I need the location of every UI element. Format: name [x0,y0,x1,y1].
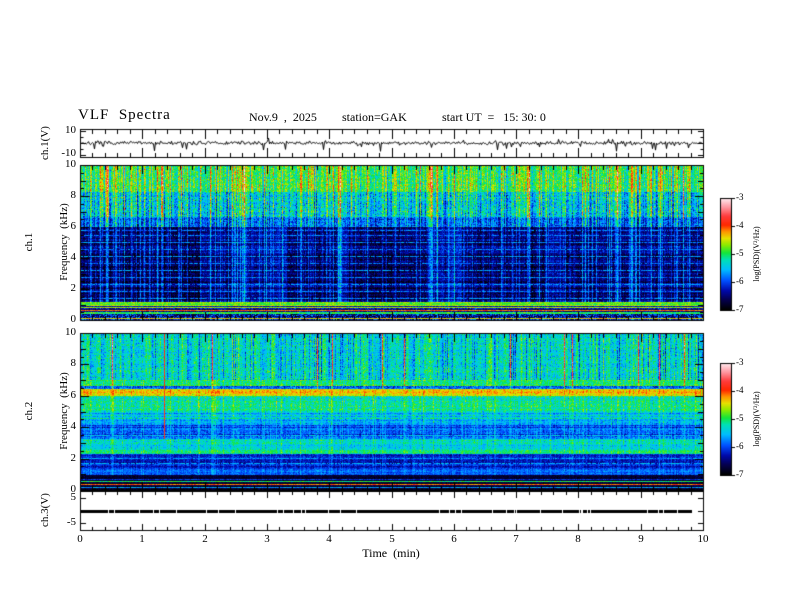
colorbar-tick-label: -7 [736,304,744,314]
y-tick-label: 10 [65,326,76,338]
colorbar-tick-label: -6 [736,276,744,286]
y-tick-label: 2 [70,282,77,294]
colorbar-tick-label: -3 [736,192,744,202]
spec1-ylabel: ch.1 Frequency (kHz) [1,203,93,281]
x-tick-label: 3 [264,533,270,545]
y-tick-label: 10 [65,124,76,136]
colorbar-tick-label: -5 [736,413,744,423]
x-tick-label: 10 [697,533,709,545]
spec2-ylabel: ch.2 Frequency (kHz) [1,372,93,450]
colorbar-tick-label: -5 [736,248,744,258]
x-tick-label: 6 [451,533,457,545]
x-tick-label: 9 [638,533,644,545]
station-label: station=GAK [342,110,407,124]
spec2-freq-label: Frequency (kHz) [57,372,70,450]
y-tick-label: 10 [65,158,76,170]
x-axis-label: Time (min) [362,546,420,560]
colorbar1-label: log(PSD)(V²/Hz) [751,226,761,282]
x-tick-label: 8 [575,533,581,545]
y-tick-label: 0 [70,313,77,325]
x-tick-label: 2 [202,533,208,545]
x-tick-label: 5 [389,533,395,545]
date-label: Nov.9 , 2025 [249,110,317,124]
spec2-channel-label: ch.2 [22,401,35,421]
start-ut-label: start UT = 15: 30: 0 [442,110,546,124]
y-tick-label: -5 [66,516,76,528]
vlf-spectra-figure: VLF Spectra Nov.9 , 2025 station=GAK sta… [0,0,792,612]
y-tick-label: 8 [70,189,77,201]
y-tick-label: 0 [70,483,77,495]
y-tick-label: 6 [70,389,77,401]
y-tick-label: 6 [70,220,77,232]
x-tick-label: 0 [77,533,83,545]
colorbar-tick-label: -7 [736,469,744,479]
colorbar2-label: log(PSD)(V²/Hz) [751,391,761,447]
spectra-plot-canvas [0,0,792,612]
spec1-channel-label: ch.1 [22,232,35,252]
colorbar-tick-label: -4 [736,220,744,230]
page-title: VLF Spectra [78,107,171,123]
colorbar-tick-label: -4 [736,385,744,395]
colorbar-tick-label: -6 [736,441,744,451]
x-tick-label: 7 [513,533,519,545]
x-tick-label: 1 [139,533,145,545]
y-tick-label: 4 [70,251,77,263]
x-tick-label: 4 [326,533,332,545]
y-tick-label: 8 [70,357,77,369]
spec1-freq-label: Frequency (kHz) [57,203,70,281]
y-tick-label: 4 [70,420,77,432]
colorbar-tick-label: -3 [736,357,744,367]
y-tick-label: 2 [70,452,77,464]
